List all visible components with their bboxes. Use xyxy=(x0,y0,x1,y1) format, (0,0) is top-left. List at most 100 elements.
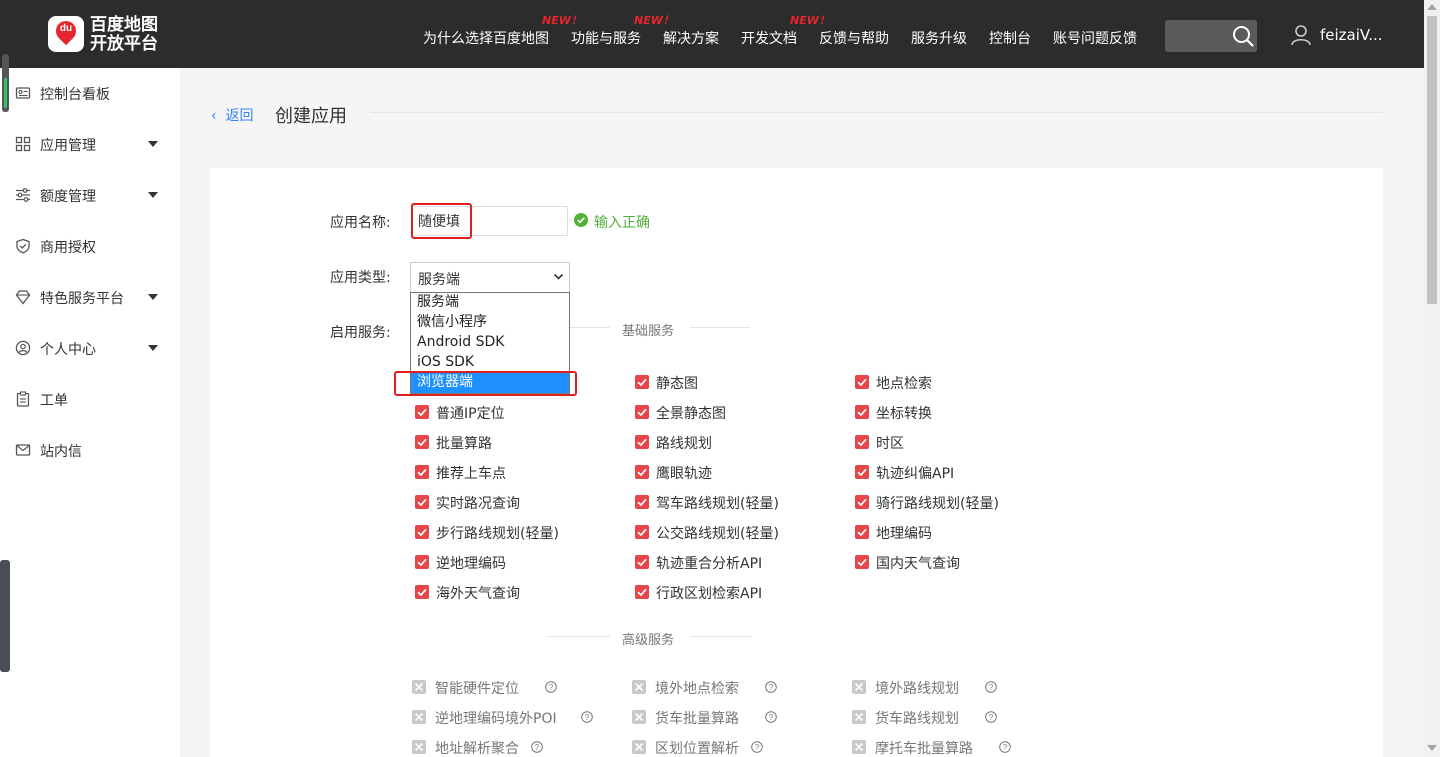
scroll-down-arrow-icon[interactable] xyxy=(1427,745,1437,751)
user-avatar-icon[interactable] xyxy=(1290,24,1312,46)
nav-why-baidu[interactable]: 为什么选择百度地图 xyxy=(423,28,549,48)
app-type-option-ios-sdk[interactable]: iOS SDK xyxy=(411,353,569,373)
service-checkbox[interactable] xyxy=(415,555,429,569)
sidebar-item-personal-center[interactable]: 个人中心 xyxy=(0,328,180,368)
app-type-option-browser[interactable]: 浏览器端 xyxy=(411,373,569,393)
help-question-icon[interactable]: ? xyxy=(531,741,543,753)
advanced-service-label: 摩托车批量算路 xyxy=(875,741,973,757)
service-label: 轨迹纠偏API xyxy=(876,466,955,482)
service-checkbox[interactable] xyxy=(635,585,649,599)
service-checkbox[interactable] xyxy=(415,495,429,509)
page-scrollbar[interactable] xyxy=(1424,0,1440,757)
advanced-service-label: 货车批量算路 xyxy=(655,711,739,727)
service-checkbox[interactable] xyxy=(415,435,429,449)
caret-down-icon[interactable] xyxy=(148,294,158,300)
sidebar-item-commercial-license[interactable]: 商用授权 xyxy=(0,226,180,266)
services-label: 启用服务: xyxy=(330,325,391,341)
check-circle-icon xyxy=(574,213,588,227)
service-checkbox[interactable] xyxy=(855,495,869,509)
sidebar-item-label: 额度管理 xyxy=(40,189,96,205)
help-question-icon[interactable]: ? xyxy=(999,741,1011,753)
service-checkbox[interactable] xyxy=(635,525,649,539)
sidebar-item-app-management[interactable]: 应用管理 xyxy=(0,124,180,164)
caret-down-icon[interactable] xyxy=(148,141,158,147)
sidebar-item-featured-services[interactable]: 特色服务平台 xyxy=(0,277,180,317)
sidebar-item-tickets[interactable]: 工单 xyxy=(0,379,180,419)
svg-text:?: ? xyxy=(1003,743,1008,752)
service-checkbox[interactable] xyxy=(635,435,649,449)
scroll-up-arrow-icon[interactable] xyxy=(1427,4,1437,10)
nav-account-feedback[interactable]: 账号问题反馈 xyxy=(1053,28,1137,48)
nav-docs[interactable]: 开发文档 xyxy=(741,28,797,48)
sidebar-item-dashboard[interactable]: 控制台看板 xyxy=(0,73,180,113)
service-checkbox[interactable] xyxy=(415,405,429,419)
app-type-option-server[interactable]: 服务端 xyxy=(411,293,569,313)
service-label: 坐标转换 xyxy=(876,406,932,422)
sidebar-item-quota-management[interactable]: 额度管理 xyxy=(0,175,180,215)
logo-badge-text: du xyxy=(59,23,73,34)
sidebar-item-label: 应用管理 xyxy=(40,138,96,154)
service-label: 轨迹重合分析API xyxy=(656,556,763,572)
side-volume-widget[interactable] xyxy=(0,560,10,672)
logo-title-line1: 百度地图 xyxy=(90,15,158,35)
sidebar-item-messages[interactable]: 站内信 xyxy=(0,430,180,470)
service-checkbox[interactable] xyxy=(855,435,869,449)
back-link-label[interactable]: 返回 xyxy=(226,108,254,124)
service-checkbox[interactable] xyxy=(635,495,649,509)
help-question-icon[interactable]: ? xyxy=(545,681,557,693)
service-label: 静态图 xyxy=(656,376,698,392)
back-link[interactable]: ‹ 返回 xyxy=(211,105,254,125)
grid-icon xyxy=(15,136,31,152)
scrollbar-thumb[interactable] xyxy=(1427,16,1437,304)
app-type-option-wechat-miniprogram[interactable]: 微信小程序 xyxy=(411,313,569,333)
side-scroll-handle[interactable] xyxy=(2,54,9,112)
app-type-option-android-sdk[interactable]: Android SDK xyxy=(411,333,569,353)
nav-feedback-help[interactable]: 反馈与帮助 xyxy=(819,28,889,48)
help-question-icon[interactable]: ? xyxy=(581,711,593,723)
nav-features[interactable]: 功能与服务 xyxy=(571,28,641,48)
sidebar-item-label: 商用授权 xyxy=(40,240,96,256)
sidebar-item-label: 站内信 xyxy=(40,444,82,460)
nav-solutions[interactable]: 解决方案 xyxy=(663,28,719,48)
service-checkbox[interactable] xyxy=(635,555,649,569)
diamond-icon xyxy=(15,290,31,305)
service-label: 国内天气查询 xyxy=(876,556,960,572)
advanced-service-label: 地址解析聚合 xyxy=(435,741,519,757)
service-checkbox[interactable] xyxy=(415,585,429,599)
service-checkbox[interactable] xyxy=(855,555,869,569)
app-name-label: 应用名称: xyxy=(330,215,391,231)
service-label: 地点检索 xyxy=(876,376,932,392)
advanced-service-checkbox-disabled xyxy=(412,740,426,754)
nav-service-upgrade[interactable]: 服务升级 xyxy=(911,28,967,48)
caret-down-icon[interactable] xyxy=(148,345,158,351)
service-checkbox[interactable] xyxy=(635,405,649,419)
service-checkbox[interactable] xyxy=(415,525,429,539)
sidebar-item-label: 工单 xyxy=(40,393,68,409)
username[interactable]: feizaiV... xyxy=(1320,26,1383,44)
app-type-select[interactable]: 服务端 xyxy=(410,262,570,292)
help-question-icon[interactable]: ? xyxy=(765,711,777,723)
app-name-validation-text: 输入正确 xyxy=(594,215,650,231)
help-question-icon[interactable]: ? xyxy=(765,681,777,693)
service-checkbox[interactable] xyxy=(855,375,869,389)
advanced-service-checkbox-disabled xyxy=(632,710,646,724)
nav-console[interactable]: 控制台 xyxy=(989,28,1031,48)
baidu-map-logo[interactable]: du 百度地图 开放平台 xyxy=(48,16,160,54)
help-question-icon[interactable]: ? xyxy=(751,741,763,753)
service-checkbox[interactable] xyxy=(635,465,649,479)
help-question-icon[interactable]: ? xyxy=(985,711,997,723)
caret-down-icon[interactable] xyxy=(148,192,158,198)
advanced-service-checkbox-disabled xyxy=(852,680,866,694)
app-name-input[interactable] xyxy=(411,206,568,236)
service-checkbox[interactable] xyxy=(855,525,869,539)
advanced-service-checkbox-disabled xyxy=(412,710,426,724)
svg-text:?: ? xyxy=(769,713,774,722)
advanced-service-label: 逆地理编码境外POI xyxy=(435,711,557,727)
service-checkbox[interactable] xyxy=(635,375,649,389)
service-checkbox[interactable] xyxy=(855,465,869,479)
search-icon[interactable] xyxy=(1232,25,1254,47)
service-checkbox[interactable] xyxy=(415,465,429,479)
help-question-icon[interactable]: ? xyxy=(985,681,997,693)
service-checkbox[interactable] xyxy=(855,405,869,419)
service-label: 骑行路线规划(轻量) xyxy=(876,496,999,512)
